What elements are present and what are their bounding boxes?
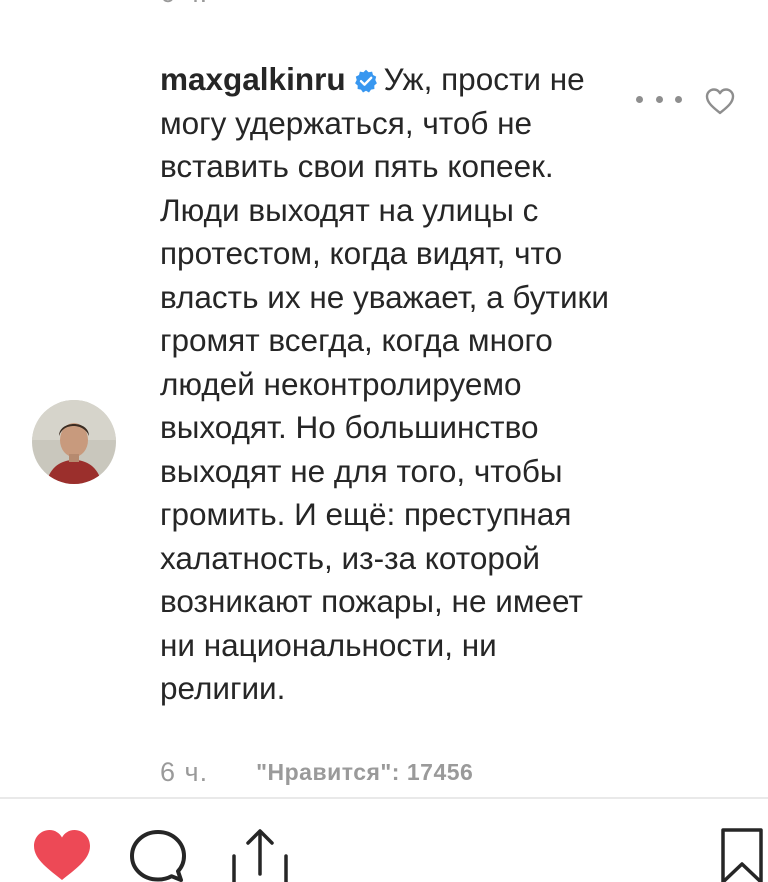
comment-likes-count[interactable]: "Нравится": 17456 xyxy=(256,759,473,786)
comment-text-line: протестом, когда видят, что xyxy=(160,235,563,271)
comment-username[interactable]: maxgalkinru xyxy=(160,61,346,97)
share-icon[interactable] xyxy=(228,826,292,882)
comment-text-line: могу удержаться, чтоб не xyxy=(160,104,533,141)
comment-text-line: громить. И ещё: преступная xyxy=(160,496,572,532)
verified-badge-icon xyxy=(354,69,377,93)
comment-bubble-icon[interactable] xyxy=(126,826,190,882)
comment-text-line: выходят не для того, чтобы xyxy=(160,452,563,489)
previous-comment-timestamp: 6 ч. xyxy=(160,0,208,9)
comment-timestamp: 6 ч. xyxy=(160,756,209,787)
more-dot xyxy=(636,95,643,103)
divider xyxy=(0,797,768,799)
comment-first-line: maxgalkinru Уж, прости не xyxy=(160,58,615,102)
comment-text-line: ни национальности, ни xyxy=(160,626,497,663)
more-dot xyxy=(675,95,682,103)
comment-text-line: религии. xyxy=(160,670,286,706)
comment-body: maxgalkinru Уж, прости не могу удержаться… xyxy=(160,58,630,711)
more-dot xyxy=(655,95,663,103)
avatar-photo xyxy=(32,400,116,484)
avatar[interactable] xyxy=(32,400,116,484)
comment-text-line: власть их не уважает, а бутики xyxy=(160,278,609,315)
comment-text-line: людей неконтролируемо xyxy=(160,365,522,402)
comment-meta: 6 ч. "Нравится": 17456 xyxy=(160,754,473,790)
like-heart-filled-icon[interactable] xyxy=(30,826,94,882)
comment-like-heart-icon[interactable] xyxy=(704,86,736,116)
comment-text-line: Люди выходят на улицы с xyxy=(160,191,539,228)
comment-text-line: возникают пожары, не имеет xyxy=(160,583,583,619)
comment-text-line: вставить свои пять копеек. xyxy=(160,148,554,184)
comment-text-line: Уж, прости не xyxy=(383,61,585,97)
comment-text-line: халатность, из-за которой xyxy=(160,539,540,576)
comment-text-line: громят всегда, когда много xyxy=(160,322,553,358)
comment-text-line: выходят. Но большинство xyxy=(160,409,539,445)
more-options-icon[interactable] xyxy=(636,84,682,114)
bookmark-icon[interactable] xyxy=(716,826,768,882)
